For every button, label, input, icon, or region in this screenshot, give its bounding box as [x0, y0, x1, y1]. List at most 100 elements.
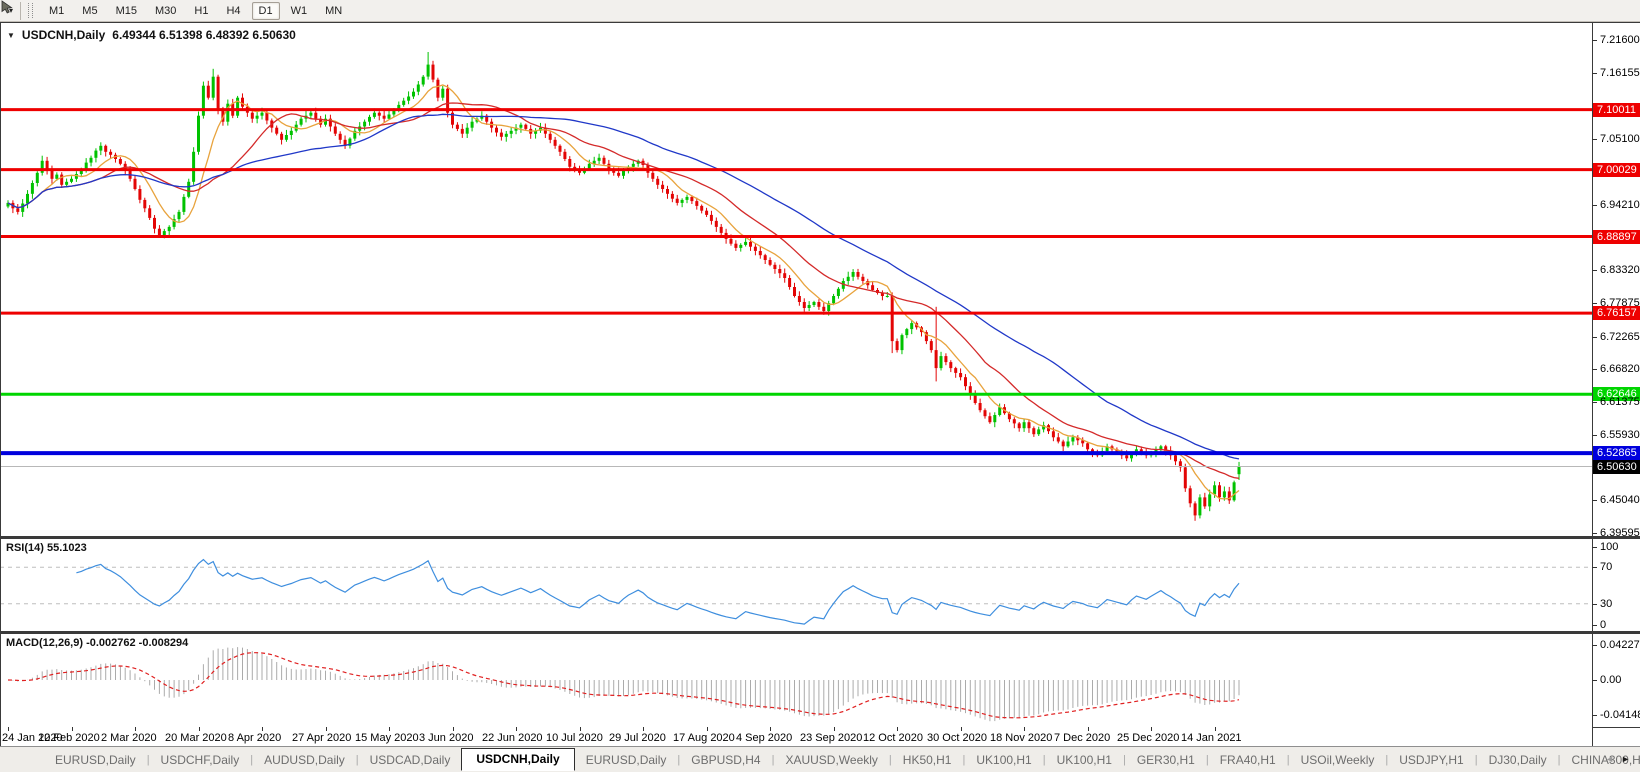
macd-tick-label: 0.00: [1600, 674, 1621, 686]
price-tick-mark: [1592, 139, 1597, 140]
chart-tab-uk100-h1[interactable]: UK100,H1: [1046, 748, 1123, 772]
rsi-tick-label: 0: [1600, 619, 1606, 631]
timeframe-button-w1[interactable]: W1: [284, 2, 315, 20]
tab-scroll-right-icon[interactable]: ►: [1621, 753, 1630, 765]
rsi-canvas[interactable]: [0, 539, 1592, 631]
chart-tab-xauusd-weekly[interactable]: XAUUSD,Weekly: [774, 748, 888, 772]
chart-tab-usdchf-daily[interactable]: USDCHF,Daily: [150, 748, 251, 772]
rsi-line: [76, 560, 1239, 625]
timeframe-button-h1[interactable]: H1: [187, 2, 215, 20]
date-tick-mark: [262, 727, 263, 731]
price-level-label: 7.10011: [1593, 103, 1640, 117]
date-tick-label: 30 Oct 2020: [927, 732, 987, 744]
price-level-label: 6.88897: [1593, 230, 1640, 244]
date-tick-mark: [834, 727, 835, 731]
chart-tab-usoil-weekly[interactable]: USOil,Weekly: [1290, 748, 1386, 772]
price-tick-label: 6.66820: [1600, 363, 1640, 375]
timeframe-button-h4[interactable]: H4: [219, 2, 247, 20]
price-level-label: 6.52865: [1593, 446, 1640, 460]
rsi-tick-label: 30: [1600, 598, 1612, 610]
toolbar-grip[interactable]: [28, 3, 33, 18]
price-tick-label: 6.39595: [1600, 527, 1640, 539]
date-tick-label: 27 Apr 2020: [292, 732, 351, 744]
cursor-arrow-icon: [0, 0, 14, 14]
price-tick-label: 7.16155: [1600, 67, 1640, 79]
main-chart-canvas[interactable]: [0, 23, 1592, 536]
chart-tab-audusd-daily[interactable]: AUDUSD,Daily: [253, 748, 356, 772]
date-tick-mark: [326, 727, 327, 731]
tab-scroll-left-icon[interactable]: ◄: [1605, 753, 1614, 765]
date-tick-label: 17 Aug 2020: [673, 732, 735, 744]
collapse-icon[interactable]: ▼: [7, 31, 15, 40]
price-tick-label: 6.45040: [1600, 494, 1640, 506]
current-price-label: 6.50630: [1593, 460, 1640, 474]
price-tick-mark: [1592, 205, 1597, 206]
timeframe-button-m5[interactable]: M5: [75, 2, 104, 20]
rsi-panel[interactable]: RSI(14) 55.1023: [0, 539, 1592, 631]
date-tick-label: 29 Jul 2020: [609, 732, 666, 744]
price-tick-label: 6.61375: [1600, 396, 1640, 408]
rsi-tick-mark: [1592, 567, 1597, 568]
chart-tab-usdcad-daily[interactable]: USDCAD,Daily: [359, 748, 462, 772]
date-tick-mark: [1088, 727, 1089, 731]
timeframe-toolbar: ▾ M1M5M15M30H1H4D1W1MN: [0, 0, 1640, 22]
date-tick-label: 8 Apr 2020: [228, 732, 281, 744]
price-tick-label: 7.05100: [1600, 133, 1640, 145]
rsi-indicator-label: RSI(14) 55.1023: [6, 542, 87, 554]
chart-tabs-group: EURUSD,Daily|USDCHF,Daily|AUDUSD,Daily|U…: [44, 748, 1640, 772]
price-tick-label: 6.94210: [1600, 199, 1640, 211]
chart-tab-usdcnh-daily[interactable]: USDCNH,Daily: [461, 748, 574, 771]
price-level-label: 7.00029: [1593, 163, 1640, 177]
date-tick-label: 2 Mar 2020: [101, 732, 157, 744]
price-axis-line: [1592, 23, 1593, 746]
chart-tab-fra40-h1[interactable]: FRA40,H1: [1209, 748, 1287, 772]
timeframe-buttons-group: M1M5 M15M30H1H4 D1W1MN: [40, 1, 351, 20]
candles-layer: [7, 52, 1241, 521]
price-tick-mark: [1592, 533, 1597, 534]
price-tick-label: 6.72265: [1600, 331, 1640, 343]
ohlc-quote: 6.49344 6.51398 6.48392 6.50630: [112, 28, 296, 42]
date-tick-label: 25 Dec 2020: [1117, 732, 1179, 744]
timeframe-button-mn[interactable]: MN: [318, 2, 349, 20]
macd-tick-mark: [1592, 680, 1597, 681]
trading-terminal-window: ▾ M1M5M15M30H1H4D1W1MN ▼ USDCNH,Daily 6.…: [0, 0, 1640, 772]
date-tick-label: 7 Dec 2020: [1054, 732, 1110, 744]
chart-tab-eurusd-daily[interactable]: EURUSD,Daily: [575, 748, 678, 772]
cursor-tool-icon[interactable]: [4, 2, 8, 20]
timeframe-button-d1[interactable]: D1: [252, 2, 280, 20]
chart-tab-dj30-daily[interactable]: DJ30,Daily: [1478, 748, 1558, 772]
date-tick-label: 3 Jun 2020: [419, 732, 473, 744]
date-tick-label: 10 Jul 2020: [546, 732, 603, 744]
date-tick-mark: [516, 727, 517, 731]
price-tick-mark: [1592, 500, 1597, 501]
chart-tab-eurusd-daily[interactable]: EURUSD,Daily: [44, 748, 147, 772]
chart-tab-ger30-h1[interactable]: GER30,H1: [1126, 748, 1206, 772]
macd-tick-mark: [1592, 645, 1597, 646]
date-tick-label: 15 May 2020: [355, 732, 419, 744]
date-tick-label: 12 Oct 2020: [863, 732, 923, 744]
price-tick-label: 7.21600: [1600, 34, 1640, 46]
chart-tab-hk50-h1[interactable]: HK50,H1: [892, 748, 963, 772]
date-tick-label: 18 Nov 2020: [990, 732, 1052, 744]
timeframe-button-m1[interactable]: M1: [42, 2, 71, 20]
macd-tick-label: -0.04148: [1600, 709, 1640, 721]
chart-tab-gbpusd-h4[interactable]: GBPUSD,H4: [680, 748, 771, 772]
price-tick-mark: [1592, 369, 1597, 370]
price-tick-mark: [1592, 40, 1597, 41]
macd-panel[interactable]: MACD(12,26,9) -0.002762 -0.008294: [0, 634, 1592, 727]
date-tick-mark: [1215, 727, 1216, 731]
rsi-tick-label: 70: [1600, 561, 1612, 573]
chart-tab-bar: EURUSD,Daily|USDCHF,Daily|AUDUSD,Daily|U…: [0, 746, 1640, 772]
date-tick-mark: [8, 727, 9, 731]
date-tick-mark: [897, 727, 898, 731]
chart-tab-usdjpy-h1[interactable]: USDJPY,H1: [1388, 748, 1474, 772]
main-chart-panel[interactable]: ▼ USDCNH,Daily 6.49344 6.51398 6.48392 6…: [0, 23, 1592, 536]
date-tick-mark: [72, 727, 73, 731]
chart-tab-uk100-h1[interactable]: UK100,H1: [965, 748, 1042, 772]
timeframe-button-m30[interactable]: M30: [148, 2, 183, 20]
date-tick-label: 23 Sep 2020: [800, 732, 862, 744]
rsi-tick-mark: [1592, 625, 1597, 626]
timeframe-button-m15[interactable]: M15: [109, 2, 144, 20]
macd-canvas[interactable]: [0, 634, 1592, 727]
rsi-tick-label: 100: [1600, 541, 1618, 553]
